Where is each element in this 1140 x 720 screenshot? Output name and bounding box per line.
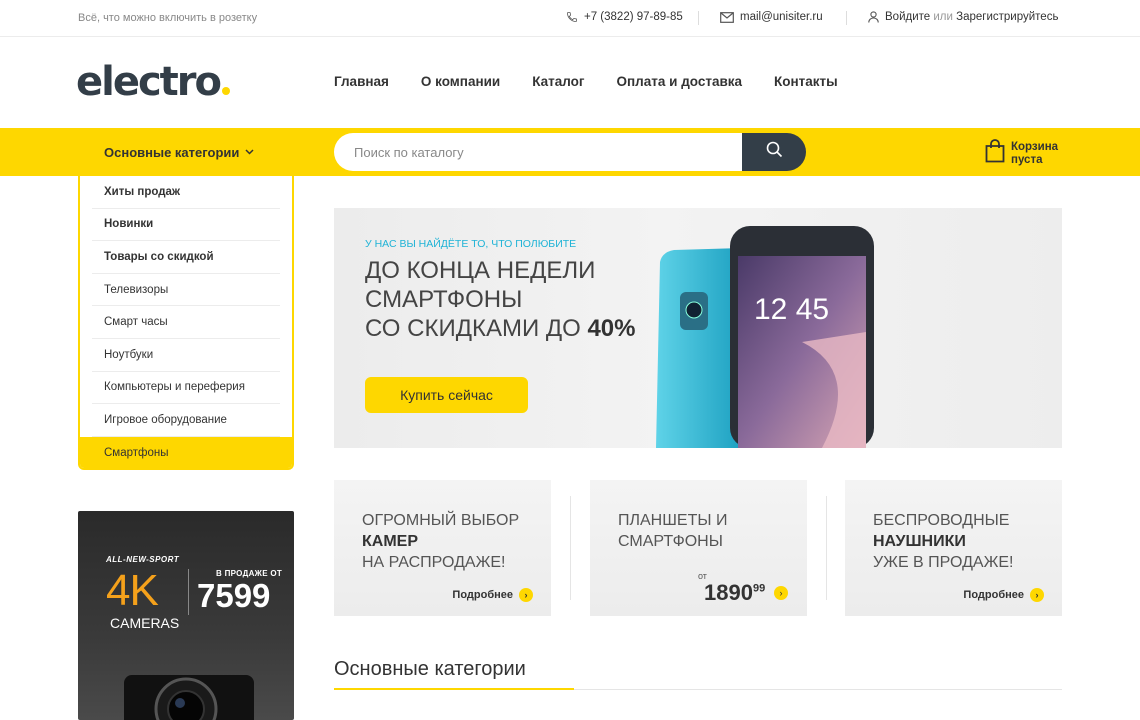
more-label: Подробнее	[452, 589, 513, 601]
smartphone-image: 12 45	[652, 222, 892, 448]
tile-cameras-line-2: КАМЕР	[362, 533, 418, 550]
search-input[interactable]	[334, 133, 754, 171]
nav-payment-delivery[interactable]: Оплата и доставка	[617, 74, 743, 89]
divider	[188, 569, 189, 615]
buy-now-button[interactable]: Купить сейчас	[365, 377, 528, 413]
logo-text: electro	[76, 59, 222, 105]
category-search-bar: Основные категории Корзина пуста	[0, 128, 1140, 176]
sidebar-item-new[interactable]: Новинки	[92, 209, 280, 242]
banner-line-3: СО СКИДКАМИ ДО	[365, 315, 581, 342]
camera-promo-banner[interactable]: ALL-NEW-SPORT 4K CAMERAS В ПРОДАЖЕ ОТ 75…	[78, 511, 294, 720]
sidebar-item-discounts[interactable]: Товары со скидкой	[92, 241, 280, 274]
tile-tablets-text: ПЛАНШЕТЫ И СМАРТФОНЫ	[618, 510, 727, 552]
site-header: electro Главная О компании Каталог Оплат…	[0, 37, 1140, 128]
banner-kicker: У НАС ВЫ НАЙДЁТЕ ТО, ЧТО ПОЛЮБИТЕ	[365, 238, 577, 250]
chevron-right-icon: ›	[1030, 588, 1044, 602]
tile-cameras-line-3: НА РАСПРОДАЖЕ!	[362, 554, 506, 571]
tile-tablets-line-1: ПЛАНШЕТЫ И	[618, 512, 728, 529]
nav-contacts[interactable]: Контакты	[774, 74, 838, 89]
logo-dot	[222, 87, 231, 95]
email-address: mail@unisiter.ru	[740, 11, 823, 23]
promo-cameras: CAMERAS	[110, 615, 180, 631]
price-cents: 99	[752, 582, 766, 595]
user-icon	[868, 11, 879, 23]
promo-tile-headphones[interactable]: БЕСПРОВОДНЫЕ НАУШНИКИ УЖЕ В ПРОДАЖЕ! Под…	[845, 480, 1062, 616]
sidebar-item-smartphones[interactable]: Смартфоны	[80, 436, 292, 468]
top-bar: Всё, что можно включить в розетку +7 (38…	[0, 0, 1140, 37]
or-text: или	[933, 11, 953, 23]
section-underline	[334, 688, 1062, 690]
banner-line-2: СМАРТФОНЫ	[365, 286, 523, 313]
promo-kicker: ALL-NEW-SPORT	[106, 555, 180, 564]
search-icon	[766, 141, 783, 163]
sidebar-item-laptops[interactable]: Ноутбуки	[92, 339, 280, 372]
tile-tablets-price: 189099	[704, 580, 765, 606]
phone-contact[interactable]: +7 (3822) 97-89-85	[566, 11, 683, 23]
login-link[interactable]: Войдите	[885, 11, 930, 23]
sidebar-item-computers[interactable]: Компьютеры и переферия	[92, 372, 280, 405]
tile-cameras-line-1: ОГРОМНЫЙ ВЫБОР	[362, 512, 520, 529]
phone-icon	[566, 11, 578, 23]
shopping-bag-icon	[985, 139, 1005, 168]
divider	[570, 496, 571, 600]
promo-price: 7599	[197, 577, 271, 614]
main-nav: Главная О компании Каталог Оплата и дост…	[334, 74, 838, 89]
nav-home[interactable]: Главная	[334, 74, 389, 89]
section-title: Основные категории	[334, 658, 526, 680]
promo-tile-cameras[interactable]: ОГРОМНЫЙ ВЫБОР КАМЕР НА РАСПРОДАЖЕ! Подр…	[334, 480, 551, 616]
promo-4k: 4K	[106, 566, 159, 615]
category-sidebar: Хиты продаж Новинки Товары со скидкой Те…	[78, 176, 294, 470]
tile-headphones-line-2: НАУШНИКИ	[873, 533, 966, 550]
divider	[698, 11, 699, 25]
section-underline-accent	[334, 688, 574, 690]
promo-tile-tablets[interactable]: ПЛАНШЕТЫ И СМАРТФОНЫ от 189099 ›	[590, 480, 807, 616]
divider	[846, 11, 847, 25]
register-link[interactable]: Зарегистрируйтесь	[956, 11, 1058, 23]
phone-number: +7 (3822) 97-89-85	[584, 11, 683, 23]
cart-button[interactable]: Корзина пуста	[985, 139, 1058, 168]
nav-catalog[interactable]: Каталог	[532, 74, 584, 89]
tile-cameras-text: ОГРОМНЫЙ ВЫБОР КАМЕР НА РАСПРОДАЖЕ!	[362, 510, 519, 573]
tile-headphones-text: БЕСПРОВОДНЫЕ НАУШНИКИ УЖЕ В ПРОДАЖЕ!	[873, 510, 1013, 573]
categories-dropdown-toggle[interactable]: Основные категории	[78, 128, 294, 176]
tile-tablets-line-2: СМАРТФОНЫ	[618, 533, 723, 550]
cart-label: Корзина	[1011, 140, 1059, 153]
tile-cameras-more-link[interactable]: Подробнее ›	[452, 588, 533, 602]
mail-icon	[720, 11, 734, 23]
hero-banner: У НАС ВЫ НАЙДЁТЕ ТО, ЧТО ПОЛЮБИТЕ ДО КОН…	[334, 208, 1062, 448]
sidebar-item-smartwatches[interactable]: Смарт часы	[92, 306, 280, 339]
price-value: 1890	[704, 580, 753, 605]
email-contact[interactable]: mail@unisiter.ru	[720, 11, 823, 23]
camera-image	[124, 675, 254, 720]
chevron-down-icon	[245, 147, 254, 158]
banner-headline: ДО КОНЦА НЕДЕЛИ СМАРТФОНЫ СО СКИДКАМИ ДО…	[365, 256, 636, 343]
tile-headphones-line-3: УЖЕ В ПРОДАЖЕ!	[873, 554, 1014, 571]
tile-headphones-more-link[interactable]: Подробнее ›	[963, 588, 1044, 602]
sidebar-item-hits[interactable]: Хиты продаж	[92, 176, 280, 209]
banner-discount: 40%	[587, 315, 636, 342]
site-tagline: Всё, что можно включить в розетку	[78, 12, 258, 24]
search-button[interactable]	[742, 133, 806, 171]
banner-line-1: ДО КОНЦА НЕДЕЛИ	[365, 257, 596, 284]
search-form	[334, 133, 806, 171]
nav-about[interactable]: О компании	[421, 74, 500, 89]
sidebar-item-gaming[interactable]: Игровое оборудование	[92, 404, 280, 437]
chevron-right-icon: ›	[519, 588, 533, 602]
phone-time: 12 45	[754, 293, 829, 326]
categories-label: Основные категории	[104, 144, 240, 160]
divider	[826, 496, 827, 600]
chevron-right-icon[interactable]: ›	[774, 586, 788, 600]
sidebar-item-tvs[interactable]: Телевизоры	[92, 274, 280, 307]
cart-status: пуста	[1011, 153, 1043, 166]
logo[interactable]: electro	[76, 59, 231, 105]
auth-links: Войдите или Зарегистрируйтесь	[868, 11, 1058, 23]
more-label: Подробнее	[963, 589, 1024, 601]
tile-headphones-line-1: БЕСПРОВОДНЫЕ	[873, 512, 1010, 529]
